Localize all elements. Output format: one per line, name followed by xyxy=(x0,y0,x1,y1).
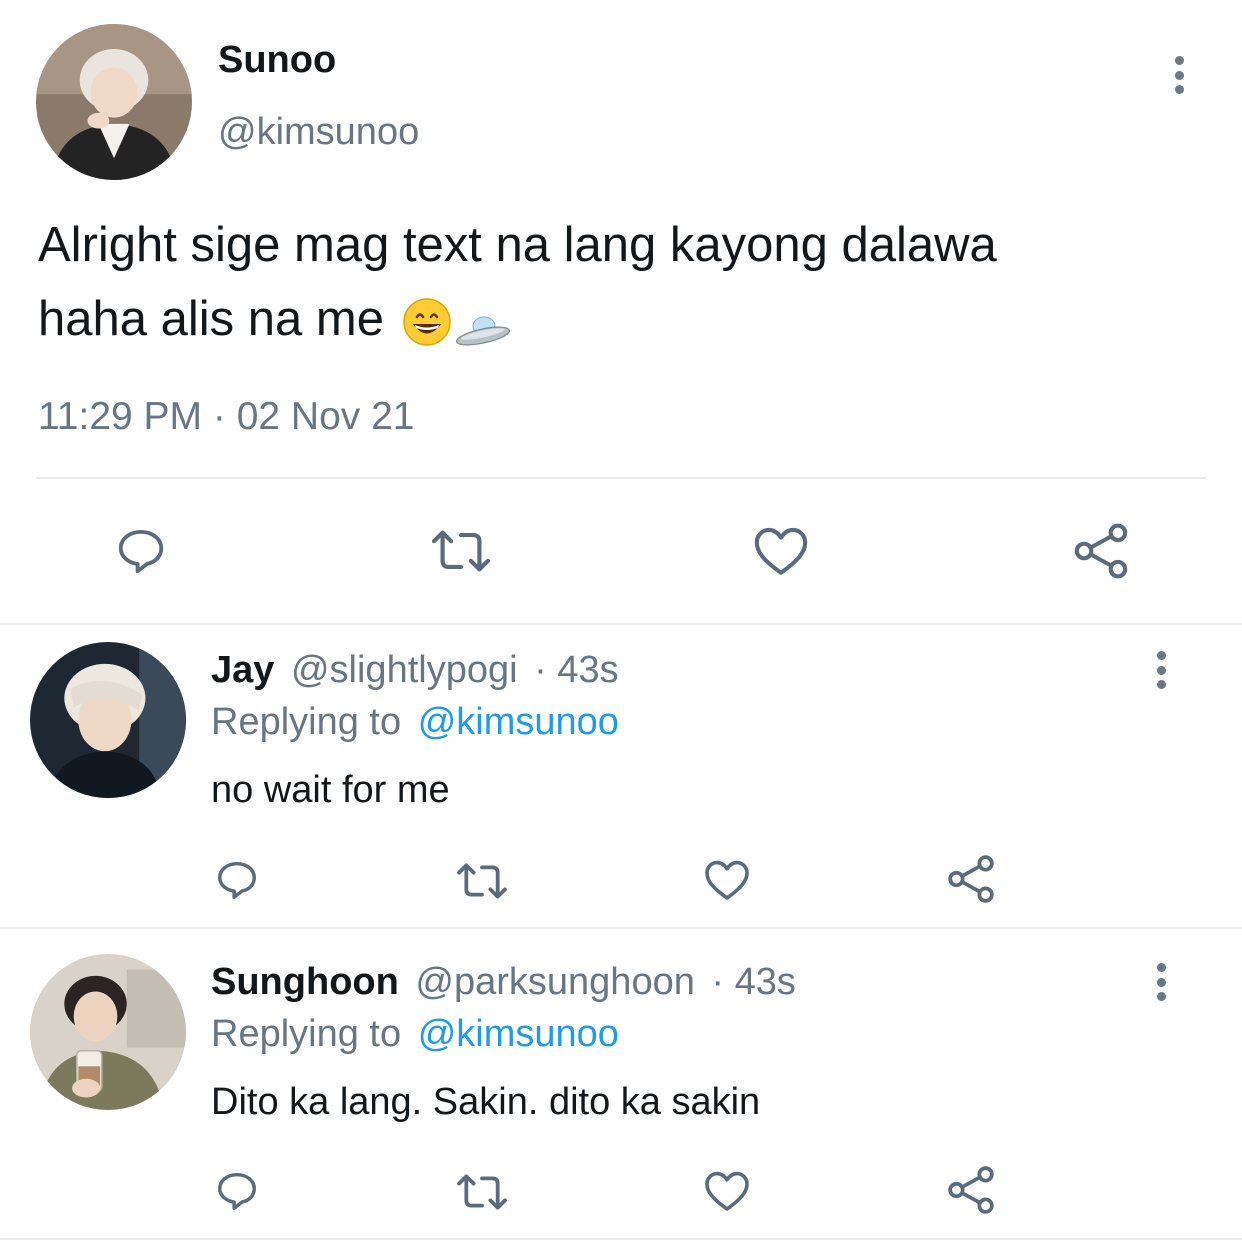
reply-button[interactable] xyxy=(112,524,170,578)
replying-to: Replying to @kimsunoo xyxy=(211,700,619,744)
like-icon xyxy=(754,527,808,575)
reply-author-name[interactable]: Jay xyxy=(211,649,274,691)
reply-icon xyxy=(218,1172,256,1210)
more-options-button[interactable] xyxy=(1164,56,1194,94)
reply-time: · 43s xyxy=(534,649,619,691)
divider xyxy=(0,927,1242,929)
avatar-photo xyxy=(30,954,186,1110)
like-icon xyxy=(705,1171,749,1211)
more-options-button[interactable] xyxy=(1146,963,1176,1001)
reply-button[interactable] xyxy=(213,857,261,903)
tweet-text: Alright sige mag text na lang kayong dal… xyxy=(38,208,997,356)
like-button[interactable] xyxy=(703,857,751,903)
like-icon xyxy=(705,860,749,900)
author-handle[interactable]: @kimsunoo xyxy=(218,110,419,154)
replying-to-label: Replying to xyxy=(211,701,402,743)
retweet-button[interactable] xyxy=(454,1169,510,1215)
replying-to-link[interactable]: @kimsunoo xyxy=(418,701,619,743)
retweet-button[interactable] xyxy=(454,858,510,904)
replying-to-label: Replying to xyxy=(211,1013,402,1055)
share-icon xyxy=(948,855,994,903)
reply-author-handle[interactable]: @slightlypogi xyxy=(291,649,518,691)
reply-button[interactable] xyxy=(213,1168,261,1214)
divider xyxy=(0,623,1242,625)
reply-author-name[interactable]: Sunghoon xyxy=(211,961,399,1003)
divider xyxy=(36,477,1206,479)
more-options-button[interactable] xyxy=(1146,651,1176,689)
grinning-face-emoji xyxy=(402,294,452,346)
avatar-photo xyxy=(36,24,192,180)
tweet-text-line-2: haha alis na me xyxy=(38,282,997,356)
retweet-button[interactable] xyxy=(428,524,494,578)
author-avatar[interactable] xyxy=(36,24,192,180)
reply-header: Jay @slightlypogi · 43s xyxy=(211,648,619,692)
share-icon xyxy=(948,1166,994,1214)
avatar-photo xyxy=(30,642,186,798)
share-icon xyxy=(1074,523,1128,579)
reply-text: Dito ka lang. Sakin. dito ka sakin xyxy=(211,1081,761,1123)
replying-to-link[interactable]: @kimsunoo xyxy=(418,1013,619,1055)
reply-text: no wait for me xyxy=(211,769,450,811)
reply-icon xyxy=(118,529,164,574)
divider xyxy=(0,1238,1242,1240)
reply-time: · 43s xyxy=(711,961,796,1003)
share-button[interactable] xyxy=(946,854,996,904)
tweet-timestamp: 11:29 PM · 02 Nov 21 xyxy=(38,395,415,438)
retweet-icon xyxy=(457,1174,507,1210)
reply-header: Sunghoon @parksunghoon · 43s xyxy=(211,960,796,1004)
reply-icon xyxy=(218,861,256,899)
share-button[interactable] xyxy=(946,1165,996,1215)
reply-avatar[interactable] xyxy=(30,954,186,1110)
reply-avatar[interactable] xyxy=(30,642,186,798)
flying-saucer-emoji xyxy=(454,299,512,346)
reply-author-handle[interactable]: @parksunghoon xyxy=(415,961,694,1003)
replying-to: Replying to @kimsunoo xyxy=(211,1012,619,1056)
share-button[interactable] xyxy=(1072,522,1130,580)
retweet-icon xyxy=(457,863,507,899)
like-button[interactable] xyxy=(703,1168,751,1214)
author-name[interactable]: Sunoo xyxy=(218,38,336,82)
tweet-text-line: Alright sige mag text na lang kayong dal… xyxy=(38,218,997,272)
retweet-icon xyxy=(431,530,491,572)
like-button[interactable] xyxy=(752,524,810,578)
